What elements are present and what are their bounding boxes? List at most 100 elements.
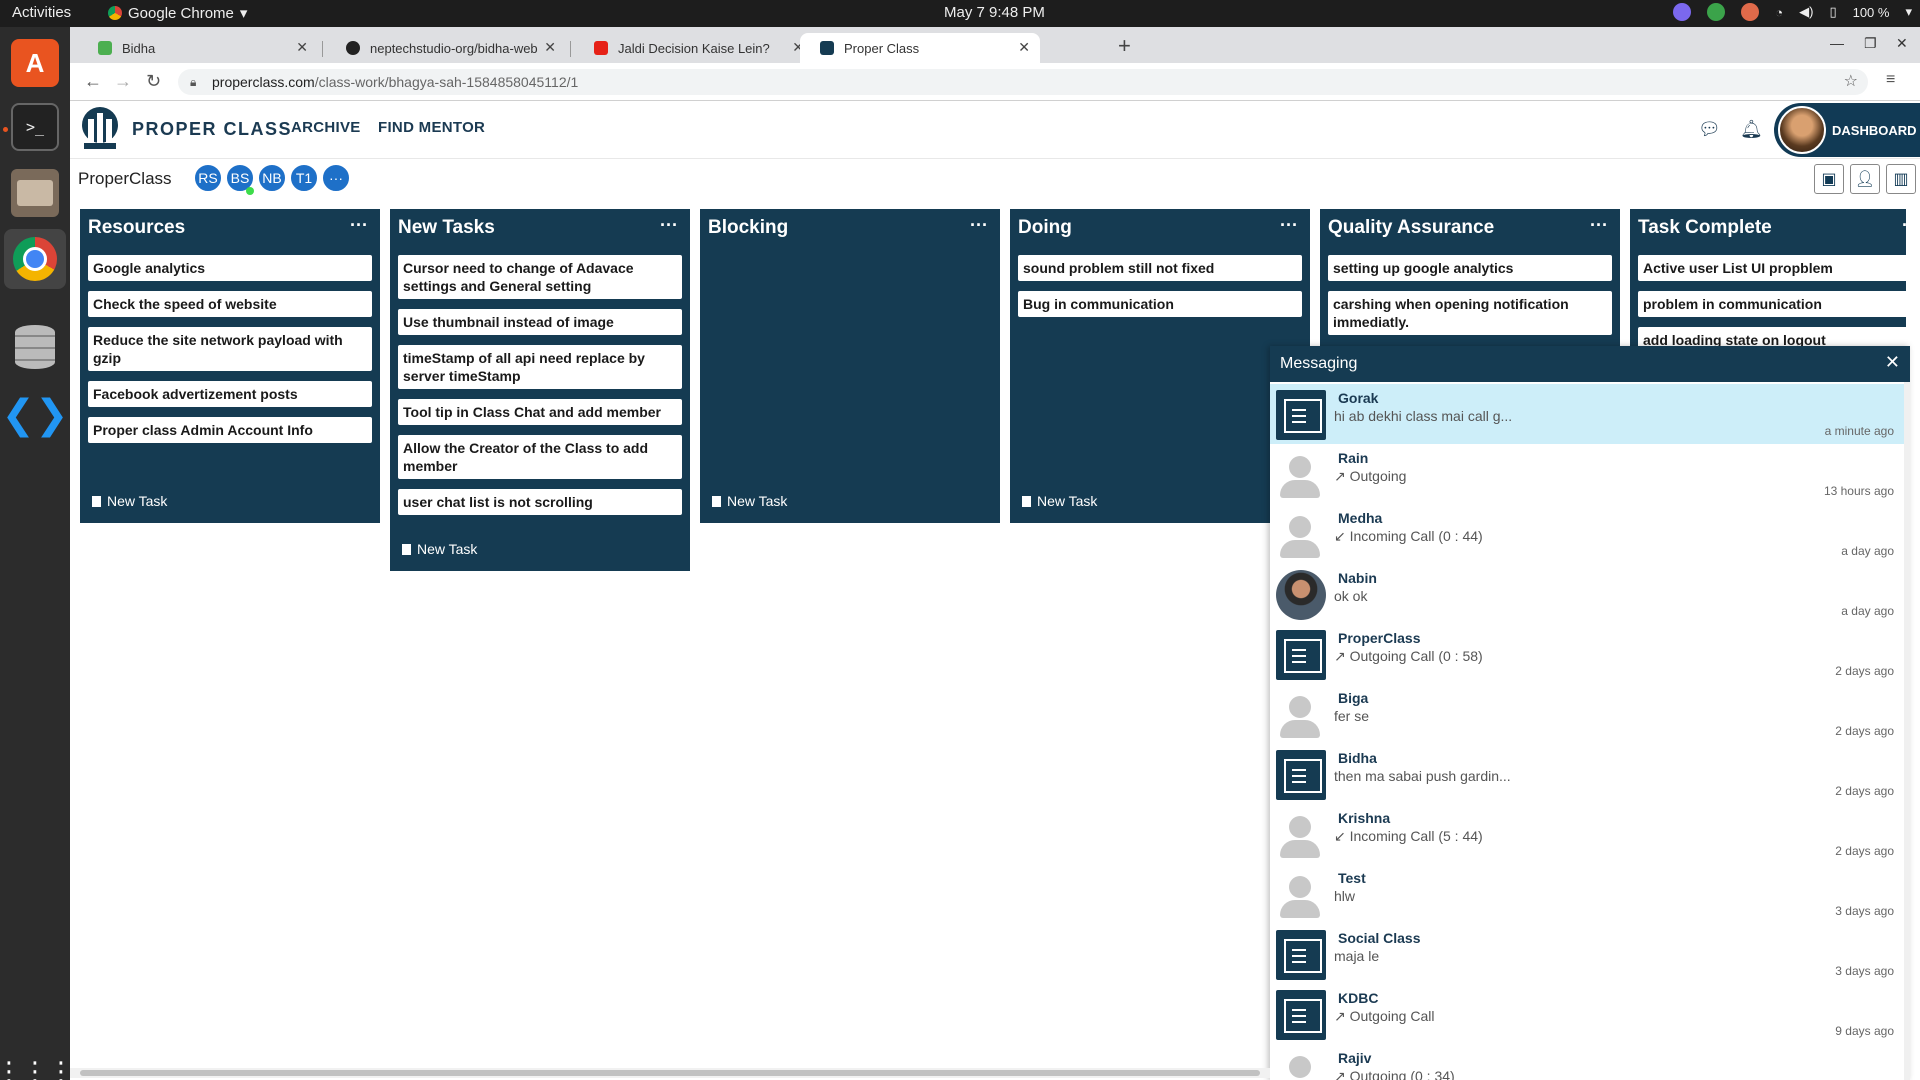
- close-icon[interactable]: ✕: [296, 39, 308, 56]
- tab-proper-class[interactable]: Proper Class ✕: [800, 33, 1040, 63]
- task-card[interactable]: Use thumbnail instead of image: [398, 309, 682, 335]
- address-bar[interactable]: 🔒︎ properclass.com/class-work/bhagya-sah…: [178, 69, 1868, 95]
- task-card[interactable]: timeStamp of all api need replace by ser…: [398, 345, 682, 389]
- bookmark-star-icon[interactable]: ☆: [1844, 69, 1858, 95]
- messaging-scrollbar[interactable]: [1904, 382, 1910, 1080]
- chevron-down-icon[interactable]: ▾: [1905, 4, 1912, 20]
- software-store-icon[interactable]: A: [11, 39, 59, 87]
- column-menu-icon[interactable]: ···: [1280, 215, 1298, 236]
- task-card[interactable]: Allow the Creator of the Class to add me…: [398, 435, 682, 479]
- task-card[interactable]: Proper class Admin Account Info: [88, 417, 372, 443]
- files-icon[interactable]: [11, 169, 59, 217]
- check-icon[interactable]: [1707, 3, 1726, 21]
- close-icon[interactable]: ✕: [544, 39, 556, 56]
- task-card[interactable]: carshing when opening notification immed…: [1328, 291, 1612, 335]
- close-window-icon[interactable]: ✕: [1896, 35, 1908, 52]
- brand-name[interactable]: PROPER CLASS: [132, 119, 292, 140]
- task-card[interactable]: user chat list is not scrolling: [398, 489, 682, 515]
- nav-archive[interactable]: ARCHIVE: [291, 119, 361, 136]
- conversation-item[interactable]: Rajiv ↗ Outgoing (0 : 34): [1270, 1044, 1904, 1080]
- clock[interactable]: May 7 9:48 PM: [944, 4, 1045, 21]
- column-menu-icon[interactable]: ···: [350, 215, 368, 236]
- close-icon[interactable]: ✕: [1018, 39, 1030, 56]
- lock-icon[interactable]: 🔒︎: [190, 69, 196, 95]
- tab-github[interactable]: neptechstudio-org/bidha-web ✕: [326, 33, 566, 63]
- chrome-icon[interactable]: [4, 229, 66, 289]
- task-card[interactable]: Reduce the site network payload with gzi…: [88, 327, 372, 371]
- stats-chart-icon[interactable]: ▥: [1886, 164, 1916, 194]
- conversation-item[interactable]: Biga fer se 2 days ago: [1270, 684, 1904, 744]
- bidha-favicon-icon: [98, 41, 112, 55]
- column-menu-icon[interactable]: ·: [1902, 215, 1906, 236]
- activities-button[interactable]: Activities: [12, 4, 71, 21]
- battery-icon[interactable]: ▯: [1829, 4, 1836, 20]
- conversation-time: a day ago: [1841, 544, 1894, 558]
- class-chat-icon[interactable]: ▣: [1814, 164, 1844, 194]
- properclass-logo[interactable]: [80, 105, 120, 151]
- viber-icon[interactable]: [1673, 3, 1692, 21]
- volume-icon[interactable]: ◀): [1799, 4, 1813, 20]
- task-card[interactable]: Google analytics: [88, 255, 372, 281]
- conversation-item[interactable]: Gorak hi ab dekhi class mai call g... a …: [1270, 384, 1904, 444]
- task-card[interactable]: setting up google analytics: [1328, 255, 1612, 281]
- tab-bidha[interactable]: Bidha ✕: [78, 33, 318, 63]
- tab-youtube[interactable]: Jaldi Decision Kaise Lein? ✕: [574, 33, 814, 63]
- new-task-button[interactable]: New Task: [712, 493, 787, 509]
- column-menu-icon[interactable]: ···: [1590, 215, 1608, 236]
- app-menu[interactable]: Google Chrome ▾: [108, 4, 247, 22]
- conversation-item[interactable]: Social Class maja le 3 days ago: [1270, 924, 1904, 984]
- new-task-button[interactable]: New Task: [402, 541, 477, 557]
- group-chat-icon: [1276, 930, 1326, 980]
- task-card[interactable]: problem in communication: [1638, 291, 1906, 317]
- media-control-icon[interactable]: ≡: [1886, 71, 1895, 89]
- system-tray[interactable]: ◔ ◀) ▯ 100 % ▾: [1673, 3, 1912, 21]
- minimize-icon[interactable]: —: [1830, 35, 1844, 51]
- terminal-icon[interactable]: >_: [11, 103, 59, 151]
- horizontal-scrollbar[interactable]: [70, 1068, 1270, 1078]
- conversation-item[interactable]: Medha ↙ Incoming Call (0 : 44) a day ago: [1270, 504, 1904, 564]
- conversation-item[interactable]: Krishna ↙ Incoming Call (5 : 44) 2 days …: [1270, 804, 1904, 864]
- conversation-item[interactable]: Test hlw 3 days ago: [1270, 864, 1904, 924]
- show-apps-icon[interactable]: ⋮⋮⋮: [0, 1047, 74, 1080]
- reload-icon[interactable]: ↻: [146, 71, 161, 92]
- maximize-icon[interactable]: ❐: [1864, 35, 1877, 52]
- task-card[interactable]: Facebook advertizement posts: [88, 381, 372, 407]
- column-menu-icon[interactable]: ···: [660, 215, 678, 236]
- new-task-button[interactable]: New Task: [1022, 493, 1097, 509]
- more-members-button[interactable]: ···: [322, 164, 350, 192]
- new-tab-icon[interactable]: +: [1118, 33, 1131, 59]
- scrollbar-thumb[interactable]: [80, 1070, 1260, 1076]
- task-card[interactable]: Bug in communication: [1018, 291, 1302, 317]
- conversation-item[interactable]: Nabin ok ok a day ago: [1270, 564, 1904, 624]
- member-avatar[interactable]: T1: [290, 164, 318, 192]
- dashboard-button[interactable]: DASHBOARD: [1774, 103, 1920, 157]
- column-menu-icon[interactable]: ···: [970, 215, 988, 236]
- conversation-item[interactable]: ProperClass ↗ Outgoing Call (0 : 58) 2 d…: [1270, 624, 1904, 684]
- color-icon[interactable]: [1741, 3, 1760, 21]
- bell-icon[interactable]: 🔔︎: [1740, 119, 1763, 141]
- wifi-icon[interactable]: ◔: [1775, 5, 1783, 20]
- member-avatar[interactable]: NB: [258, 164, 286, 192]
- back-icon[interactable]: ←: [84, 71, 102, 92]
- conversation-item[interactable]: Bidha then ma sabai push gardin... 2 day…: [1270, 744, 1904, 804]
- close-icon[interactable]: ✕: [1885, 352, 1900, 373]
- add-member-icon[interactable]: 👤︎: [1850, 164, 1880, 194]
- new-task-button[interactable]: New Task: [92, 493, 167, 509]
- database-icon[interactable]: [11, 323, 59, 371]
- tab-strip: Bidha ✕ neptechstudio-org/bidha-web ✕ Ja…: [70, 27, 1920, 63]
- nav-find-mentor[interactable]: FIND MENTOR: [378, 119, 485, 136]
- forward-icon[interactable]: →: [114, 71, 132, 92]
- task-card[interactable]: Active user List UI propblem: [1638, 255, 1906, 281]
- vscode-icon[interactable]: ❮❯: [1, 391, 68, 439]
- task-card[interactable]: Tool tip in Class Chat and add member: [398, 399, 682, 425]
- class-name: ProperClass: [78, 169, 172, 188]
- task-card[interactable]: sound problem still not fixed: [1018, 255, 1302, 281]
- task-card[interactable]: Cursor need to change of Adavace setting…: [398, 255, 682, 299]
- battery-level: 100 %: [1852, 4, 1890, 20]
- conversation-item[interactable]: KDBC ↗ Outgoing Call 9 days ago: [1270, 984, 1904, 1044]
- youtube-icon: [594, 41, 608, 55]
- conversation-item[interactable]: Rain ↗ Outgoing 13 hours ago: [1270, 444, 1904, 504]
- task-card[interactable]: Check the speed of website: [88, 291, 372, 317]
- chat-icon[interactable]: 💬︎: [1698, 119, 1721, 141]
- member-avatar[interactable]: RS: [194, 164, 222, 192]
